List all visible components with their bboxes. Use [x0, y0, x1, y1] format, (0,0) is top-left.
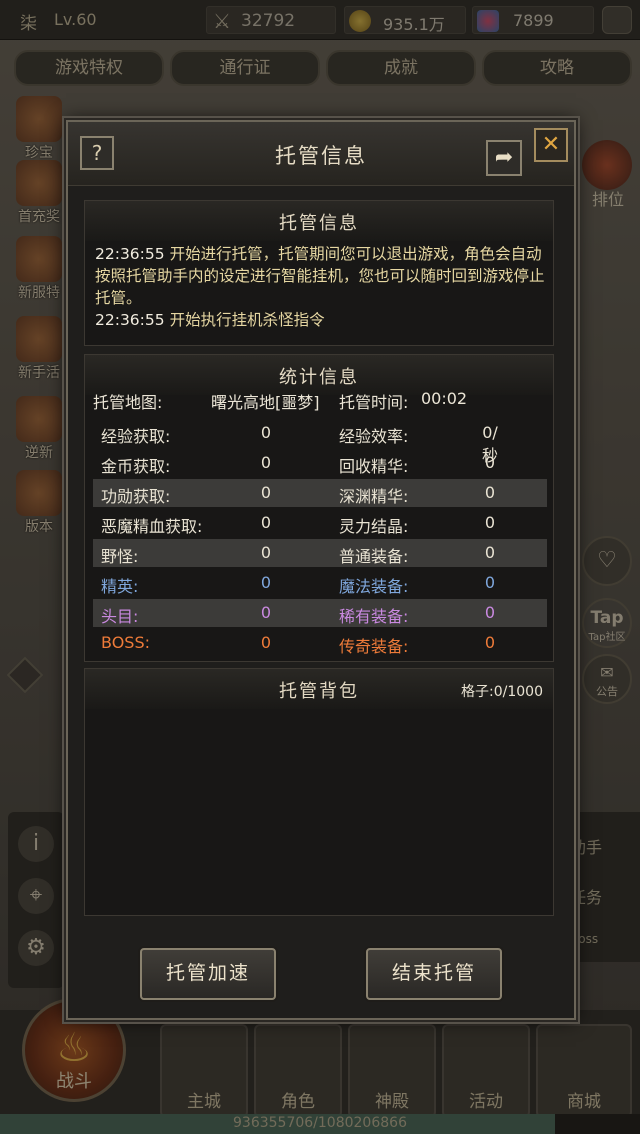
share-icon[interactable]: ➦	[486, 140, 522, 176]
stat-value: 0	[484, 543, 496, 562]
stat-row: 功勋获取: 0 深渊精华: 0	[93, 479, 547, 507]
stat-label: 灵力结晶:	[339, 517, 409, 536]
stat-value: 0	[260, 483, 272, 502]
stat-label: 普通装备:	[339, 547, 409, 566]
log-entry: 22:36:55 开始进行托管，托管期间您可以退出游戏，角色会自动按照托管助手内…	[95, 245, 545, 307]
stat-label: 魔法装备:	[339, 577, 409, 596]
stat-value: 0	[260, 543, 272, 562]
stat-row: 经验获取: 0 经验效率: 0/秒	[93, 419, 547, 465]
bag-capacity: 格子:0/1000	[461, 684, 543, 700]
stat-row: 金币获取: 0 回收精华: 0	[93, 449, 547, 477]
speedup-hosting-button[interactable]: 托管加速	[140, 948, 276, 1000]
hosting-map-row: 托管地图: 曙光高地[噩梦] 托管时间: 00:02	[93, 389, 468, 412]
stat-value: 0	[260, 453, 272, 472]
stat-label: 经验效率:	[339, 427, 409, 446]
stat-value: 0	[484, 483, 496, 502]
stat-row: 恶魔精血获取: 0 灵力结晶: 0	[93, 509, 547, 537]
stat-row: 头目: 0 稀有装备: 0	[93, 599, 547, 627]
stat-value: 0	[484, 573, 496, 592]
stat-value: 0	[260, 513, 272, 532]
hosting-log-panel: 托管信息 22:36:55 开始进行托管，托管期间您可以退出游戏，角色会自动按照…	[84, 200, 554, 346]
stat-value: 0	[484, 513, 496, 532]
stat-label: BOSS:	[101, 633, 150, 652]
statistics-panel: 统计信息 托管地图: 曙光高地[噩梦] 托管时间: 00:02 经验获取: 0 经验…	[84, 354, 554, 662]
stat-label: 头目:	[101, 607, 139, 626]
log-entry: 22:36:55 开始执行挂机杀怪指令	[95, 311, 325, 329]
stat-value: 0	[260, 633, 272, 652]
stat-label: 精英:	[101, 577, 139, 596]
hosting-time-value: 00:02	[421, 389, 468, 408]
stat-label: 稀有装备:	[339, 607, 409, 626]
stat-value: 0	[484, 603, 496, 622]
hosting-map-value: 曙光高地[噩梦]	[211, 393, 320, 412]
end-hosting-button[interactable]: 结束托管	[366, 948, 502, 1000]
stat-row: BOSS: 0 传奇装备: 0	[93, 629, 547, 657]
stat-label: 金币获取:	[101, 457, 171, 476]
stat-row: 野怪: 0 普通装备: 0	[93, 539, 547, 567]
stat-label: 传奇装备:	[339, 637, 409, 656]
stat-label: 恶魔精血获取:	[101, 517, 203, 536]
stat-label: 野怪:	[101, 547, 139, 566]
stat-label: 经验获取:	[101, 427, 171, 446]
stat-value: 0	[484, 453, 496, 472]
hosting-bag-panel: 托管背包 格子:0/1000	[84, 668, 554, 916]
stat-row: 精英: 0 魔法装备: 0	[93, 569, 547, 597]
close-button[interactable]: ✕	[534, 128, 568, 162]
stat-value: 0	[260, 423, 272, 442]
stat-label: 深渊精华:	[339, 487, 409, 506]
stat-value: 0	[260, 573, 272, 592]
stat-value: 0	[484, 633, 496, 652]
stats-panel-title: 统计信息	[279, 367, 359, 388]
stat-value: 0	[260, 603, 272, 622]
log-panel-title: 托管信息	[279, 213, 359, 234]
stat-label: 功勋获取:	[101, 487, 171, 506]
dialog-header: ? 托管信息 ➦	[68, 122, 574, 186]
stat-label: 回收精华:	[339, 457, 409, 476]
hosting-info-dialog: ? 托管信息 ➦ ✕ 托管信息 22:36:55 开始进行托管，托管期间您可以退…	[66, 120, 576, 1020]
hosting-log: 22:36:55 开始进行托管，托管期间您可以退出游戏，角色会自动按照托管助手内…	[95, 243, 547, 331]
